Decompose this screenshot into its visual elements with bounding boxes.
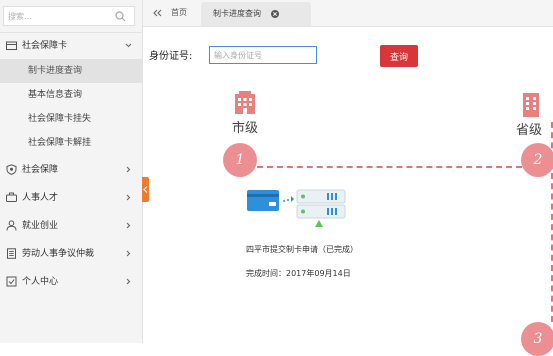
- menu-label: 社会保障卡: [22, 41, 68, 51]
- step-3-circle: 3: [521, 322, 553, 356]
- step-1-description: 四平市提交制卡申请（已完成）: [246, 245, 358, 254]
- double-chevron-left-icon[interactable]: [152, 8, 162, 18]
- menu-label: 社会保障: [22, 165, 59, 175]
- chevron-right-icon: [126, 166, 131, 173]
- sidebar-collapse-toggle[interactable]: [142, 177, 149, 202]
- chevron-right-icon: [126, 222, 131, 229]
- card-icon: [6, 41, 17, 50]
- chevron-right-icon: [126, 278, 131, 285]
- sidebar-search[interactable]: [3, 6, 135, 26]
- search-icon[interactable]: [115, 11, 126, 22]
- step-1-circle: 1: [223, 143, 257, 177]
- sidebar-item-card-unfreeze[interactable]: 社会保障卡解挂: [0, 131, 143, 155]
- sidebar: 社会保障卡 制卡进度查询 基本信息查询 社会保障卡挂失 社会保障卡解挂 社会保障…: [0, 0, 143, 343]
- menu-label: 个人中心: [22, 277, 59, 287]
- sidebar-item-card-report-loss[interactable]: 社会保障卡挂失: [0, 107, 143, 131]
- user-icon: [6, 220, 17, 231]
- menu-social-security-card[interactable]: 社会保障卡: [0, 33, 143, 59]
- checkbox-icon: [6, 276, 17, 287]
- menu-social-security[interactable]: 社会保障: [0, 157, 143, 183]
- menu-label: 人事人才: [22, 193, 59, 203]
- chevron-left-icon: [143, 186, 148, 193]
- sidebar-item-card-progress-query[interactable]: 制卡进度查询: [0, 59, 143, 83]
- server-icon: [296, 189, 346, 227]
- menu-label: 劳动人事争议仲裁: [22, 249, 95, 259]
- shield-icon: [6, 164, 17, 175]
- tab-card-progress-query[interactable]: 制卡进度查询: [201, 2, 311, 26]
- tab-label: 制卡进度查询: [213, 9, 261, 18]
- menu-personnel-talent[interactable]: 人事人才: [0, 185, 143, 211]
- card-to-server-illustration: [247, 189, 346, 227]
- chevron-right-icon: [126, 194, 131, 201]
- menu-employment[interactable]: 就业创业: [0, 213, 143, 239]
- tab-home[interactable]: 首页: [171, 0, 187, 26]
- city-level-label: 市级: [232, 121, 259, 136]
- menu-label: 就业创业: [22, 221, 59, 231]
- menu-personal-center[interactable]: 个人中心: [0, 269, 143, 295]
- query-button[interactable]: 查询: [380, 45, 418, 67]
- people-icon: [6, 192, 17, 202]
- province-building-icon: [523, 93, 539, 117]
- menu-labor-arbitration[interactable]: 劳动人事争议仲裁: [0, 241, 143, 267]
- step-2-circle: 2: [521, 143, 553, 177]
- chevron-down-icon: [125, 43, 132, 48]
- sidebar-item-basic-info-query[interactable]: 基本信息查询: [0, 83, 143, 107]
- chevron-right-icon: [126, 250, 131, 257]
- city-building-icon: [235, 91, 255, 114]
- id-number-input[interactable]: [209, 46, 317, 64]
- close-icon[interactable]: [271, 10, 279, 18]
- id-number-label: 身份证号:: [149, 51, 193, 62]
- progress-connector-horizontal: [257, 166, 522, 168]
- tab-bar: 首页 制卡进度查询: [143, 0, 553, 27]
- id-card-icon: [247, 190, 279, 211]
- sidebar-search-input[interactable]: [8, 10, 108, 22]
- province-level-label: 省级: [516, 123, 543, 138]
- document-icon: [7, 248, 16, 259]
- step-1-completion-time: 完成时间：2017年09月14日: [246, 269, 351, 278]
